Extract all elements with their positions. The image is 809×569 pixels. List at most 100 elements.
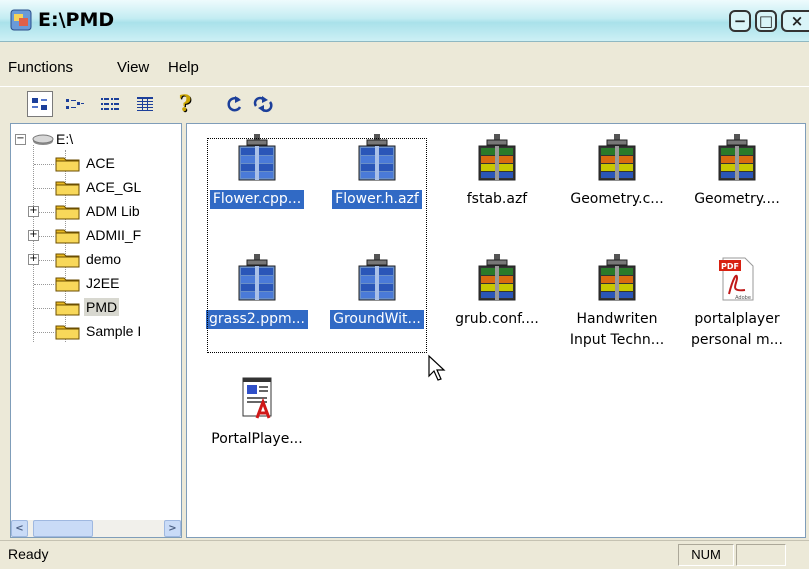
mouse-cursor-icon bbox=[428, 354, 446, 381]
scroll-thumb[interactable] bbox=[33, 520, 93, 537]
menu-functions[interactable]: Functions bbox=[8, 59, 73, 76]
app-window: E:\PMD − □ × Functions View Help ? − E:\… bbox=[0, 0, 809, 569]
drive-icon bbox=[32, 134, 54, 145]
menu-help[interactable]: Help bbox=[168, 59, 199, 76]
status-bar: Ready NUM bbox=[0, 540, 809, 569]
large-icons-icon bbox=[32, 98, 47, 110]
folder-icon bbox=[55, 157, 80, 172]
expand-toggle[interactable]: + bbox=[28, 206, 39, 217]
file-name: Geometry.c... bbox=[570, 191, 664, 207]
sync-button[interactable] bbox=[250, 91, 276, 117]
tree-item-label: ADM Lib bbox=[86, 203, 140, 219]
toolbar: ? bbox=[0, 86, 809, 122]
tree-root[interactable]: − E:\ bbox=[15, 128, 75, 150]
refresh-button[interactable] bbox=[222, 91, 248, 117]
archive-file-icon bbox=[598, 254, 636, 301]
restore-icon: □ bbox=[758, 12, 774, 30]
file-item[interactable]: Geometry.c... bbox=[557, 134, 677, 209]
tree-connector bbox=[34, 164, 56, 165]
num-lock-indicator: NUM bbox=[678, 544, 734, 566]
tree-item-ace[interactable]: ACE bbox=[55, 152, 117, 174]
tree-item-ace-gl[interactable]: ACE_GL bbox=[55, 176, 143, 198]
file-item[interactable]: Handwriten Input Techn... bbox=[557, 254, 677, 350]
scroll-left-button[interactable]: < bbox=[11, 520, 28, 537]
tree-item-label: Sample I bbox=[86, 323, 142, 339]
app-icon bbox=[10, 9, 32, 31]
tree-item-label: ACE bbox=[86, 155, 115, 171]
refresh-icon bbox=[227, 96, 242, 112]
file-name: portalplayer bbox=[694, 311, 780, 327]
menu-view[interactable]: View bbox=[117, 59, 149, 76]
folder-icon bbox=[55, 205, 80, 220]
file-item[interactable]: PDF Adobe portalplayer personal m... bbox=[677, 254, 797, 350]
list-icon bbox=[101, 98, 119, 110]
tree-item-label: ACE_GL bbox=[86, 179, 142, 195]
status-panel bbox=[736, 544, 786, 566]
archive-file-icon bbox=[478, 254, 516, 301]
help-button[interactable]: ? bbox=[172, 91, 198, 117]
folder-icon bbox=[55, 229, 80, 244]
large-icons-view-button[interactable] bbox=[27, 91, 53, 117]
window-title: E:\PMD bbox=[38, 9, 115, 31]
scroll-right-button[interactable]: > bbox=[164, 520, 181, 537]
tree-item-sample-i[interactable]: Sample I bbox=[55, 320, 143, 342]
file-item[interactable]: grub.conf.... bbox=[437, 254, 557, 329]
tree-item-j2ee[interactable]: J2EE bbox=[55, 272, 121, 294]
tree-item-label: demo bbox=[86, 251, 122, 267]
status-text: Ready bbox=[8, 546, 49, 562]
folder-icon bbox=[55, 253, 80, 268]
minimize-button[interactable]: − bbox=[729, 10, 751, 32]
expand-toggle[interactable]: + bbox=[28, 230, 39, 241]
tree-root-label: E:\ bbox=[56, 131, 74, 147]
file-name: PortalPlaye... bbox=[211, 431, 303, 447]
file-item[interactable]: fstab.azf bbox=[437, 134, 557, 209]
pdf-badge-text: PDF bbox=[721, 262, 739, 271]
close-icon: × bbox=[790, 12, 804, 30]
tree-connector bbox=[33, 145, 34, 342]
details-icon bbox=[137, 97, 153, 111]
folder-icon bbox=[55, 277, 80, 292]
help-icon: ? bbox=[178, 91, 192, 117]
file-name: Geometry.... bbox=[694, 191, 780, 207]
folder-icon bbox=[55, 325, 80, 340]
file-item[interactable]: PortalPlaye... bbox=[197, 374, 317, 449]
list-view-button[interactable] bbox=[97, 91, 123, 117]
file-name-continued: personal m... bbox=[691, 332, 783, 348]
minimize-icon: − bbox=[733, 12, 747, 30]
tree-connector bbox=[34, 332, 56, 333]
archive-file-icon bbox=[598, 134, 636, 181]
tree-connector bbox=[34, 284, 56, 285]
file-name-continued: Input Techn... bbox=[569, 332, 665, 348]
expand-toggle[interactable]: + bbox=[28, 254, 39, 265]
file-list[interactable]: Flower.cpp... Flower.h.azf fstab.azf Geomet… bbox=[186, 123, 806, 538]
archive-file-icon bbox=[718, 134, 756, 181]
selection-rectangle bbox=[207, 138, 427, 353]
small-icons-view-button[interactable] bbox=[62, 91, 88, 117]
details-view-button[interactable] bbox=[132, 91, 158, 117]
small-icons-icon bbox=[66, 99, 84, 109]
file-name: fstab.azf bbox=[466, 191, 528, 207]
pdf-brand-text: Adobe bbox=[735, 295, 751, 301]
tree-connector bbox=[34, 308, 56, 309]
tree-item-pmd[interactable]: PMD bbox=[55, 296, 120, 318]
sync-icon bbox=[253, 96, 273, 113]
tree-item-adm-lib[interactable]: ADM Lib bbox=[55, 200, 142, 222]
tree-item-label: PMD bbox=[84, 298, 120, 316]
close-button[interactable]: × bbox=[781, 10, 809, 32]
archive-file-icon bbox=[478, 134, 516, 181]
tree-item-demo[interactable]: demo bbox=[55, 248, 123, 270]
tree-item-label: ADMII_F bbox=[86, 227, 142, 243]
collapse-toggle[interactable]: − bbox=[15, 133, 26, 145]
restore-button[interactable]: □ bbox=[755, 10, 777, 32]
folder-icon bbox=[55, 181, 80, 196]
pdf-file-icon: PDF Adobe bbox=[719, 257, 754, 301]
title-bar[interactable]: E:\PMD − □ × bbox=[0, 0, 809, 42]
tree-connector bbox=[34, 188, 56, 189]
horizontal-scrollbar[interactable]: < > bbox=[11, 520, 181, 537]
folder-tree[interactable]: − E:\ ACE ACE_GL ADM Lib + ADMII_F + demo + J2EE… bbox=[10, 123, 182, 538]
file-name: grub.conf.... bbox=[455, 311, 539, 327]
file-item[interactable]: Geometry.... bbox=[677, 134, 797, 209]
folder-icon bbox=[55, 301, 80, 316]
tree-item-label: J2EE bbox=[86, 275, 120, 291]
tree-item-admii-f[interactable]: ADMII_F bbox=[55, 224, 143, 246]
